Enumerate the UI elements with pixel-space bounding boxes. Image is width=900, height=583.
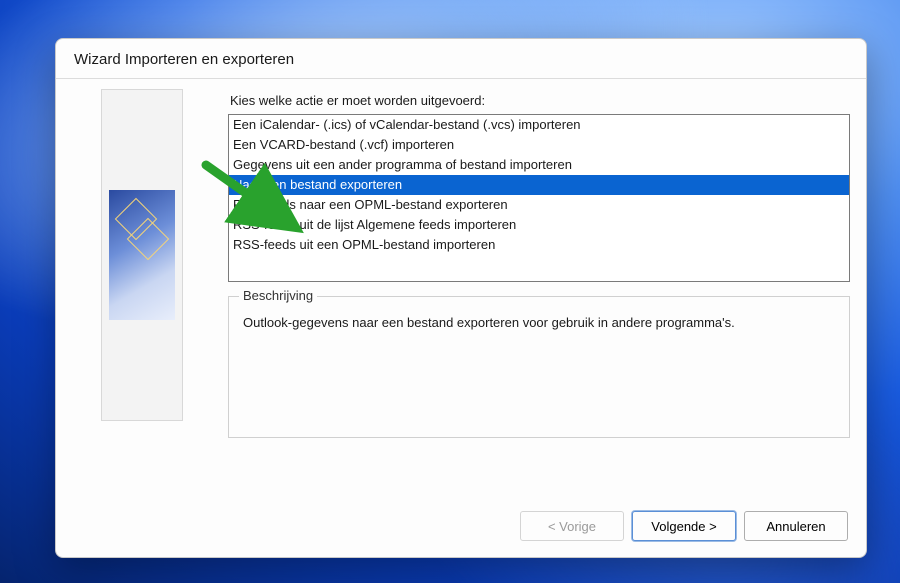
wizard-sidebar [70,89,214,497]
dialog-button-row: < Vorige Volgende > Annuleren [56,497,866,557]
action-option[interactable]: Gegevens uit een ander programma of best… [229,155,849,175]
wizard-main-panel: Kies welke actie er moet worden uitgevoe… [228,89,850,497]
wizard-graphic-icon [109,190,175,320]
action-prompt-label: Kies welke actie er moet worden uitgevoe… [228,89,850,114]
wizard-dialog: Wizard Importeren en exporteren Kies wel… [55,38,867,558]
action-option[interactable]: Een iCalendar- (.ics) of vCalendar-besta… [229,115,849,135]
back-button: < Vorige [520,511,624,541]
description-text: Outlook-gegevens naar een bestand export… [229,297,849,348]
description-legend: Beschrijving [239,288,317,303]
action-option[interactable]: RSS-feeds uit een OPML-bestand importere… [229,235,849,255]
action-option[interactable]: Een VCARD-bestand (.vcf) importeren [229,135,849,155]
next-button[interactable]: Volgende > [632,511,736,541]
action-option[interactable]: RSS-feeds naar een OPML-bestand exporter… [229,195,849,215]
action-listbox[interactable]: Een iCalendar- (.ics) of vCalendar-besta… [228,114,850,282]
cancel-button[interactable]: Annuleren [744,511,848,541]
action-option[interactable]: RSS-feeds uit de lijst Algemene feeds im… [229,215,849,235]
action-option[interactable]: Naar een bestand exporteren [229,175,849,195]
dialog-title: Wizard Importeren en exporteren [56,39,866,79]
wizard-image-frame [101,89,183,421]
dialog-content: Kies welke actie er moet worden uitgevoe… [56,79,866,497]
description-groupbox: Beschrijving Outlook-gegevens naar een b… [228,296,850,438]
